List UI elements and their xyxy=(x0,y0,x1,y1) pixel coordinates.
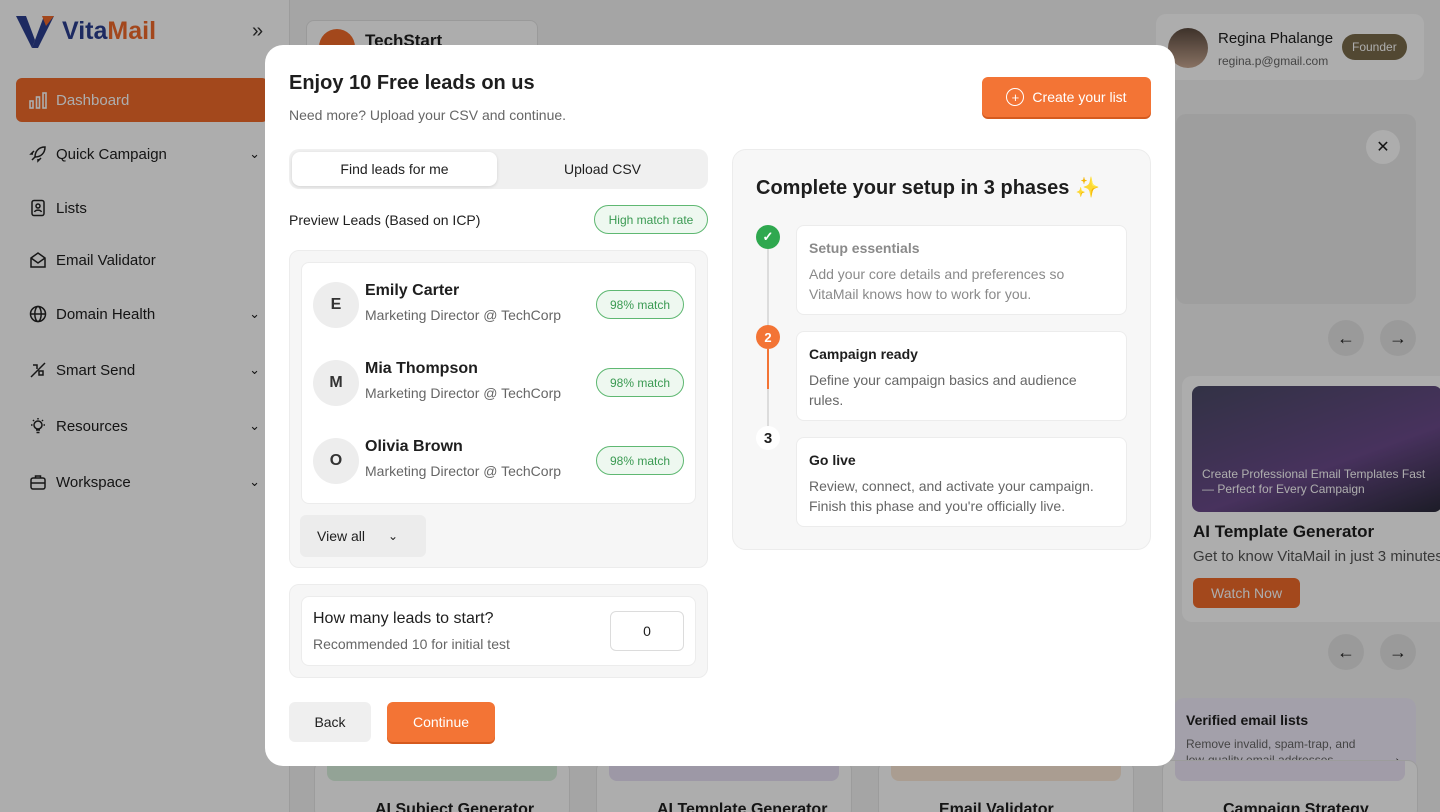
view-all-button[interactable]: View all ⌄ xyxy=(300,515,426,557)
chevron-down-icon: ⌄ xyxy=(387,529,398,543)
tab-upload-csv[interactable]: Upload CSV xyxy=(500,152,705,186)
check-icon: ✓ xyxy=(756,225,780,249)
avatar: E xyxy=(313,282,359,328)
setup-title: Complete your setup in 3 phases ✨ xyxy=(756,175,1100,200)
step-card-go-live: Go live Review, connect, and activate yo… xyxy=(796,437,1127,527)
tab-find-leads[interactable]: Find leads for me xyxy=(292,152,497,186)
high-match-badge: High match rate xyxy=(594,205,708,234)
modal-subtitle: Need more? Upload your CSV and continue. xyxy=(289,107,567,123)
lead-name: Olivia Brown xyxy=(365,438,463,455)
step-description: Add your core details and preferences so… xyxy=(809,266,1065,303)
lead-count-subtitle: Recommended 10 for initial test xyxy=(313,636,510,652)
lead-source-tabs: Find leads for me Upload CSV xyxy=(289,149,708,189)
match-badge: 98% match xyxy=(596,290,684,319)
step-number: 3 xyxy=(756,426,780,450)
setup-title-text: Complete your setup in 3 phases xyxy=(756,177,1070,199)
create-list-label: Create your list xyxy=(1032,89,1127,105)
step-card-campaign-ready: Campaign ready Define your campaign basi… xyxy=(796,331,1127,421)
avatar: M xyxy=(313,360,359,406)
avatar: O xyxy=(313,438,359,484)
step-connector xyxy=(767,389,769,429)
step-description: Define your campaign basics and audience… xyxy=(809,372,1077,409)
step-title: Campaign ready xyxy=(809,346,918,362)
step-connector xyxy=(767,249,769,332)
step-title: Go live xyxy=(809,452,856,468)
free-leads-modal: Enjoy 10 Free leads on us Need more? Upl… xyxy=(265,45,1175,766)
step-card-setup-essentials: Setup essentials Add your core details a… xyxy=(796,225,1127,315)
back-button[interactable]: Back xyxy=(289,702,371,742)
modal-title: Enjoy 10 Free leads on us xyxy=(289,72,535,94)
preview-leads-label: Preview Leads (Based on ICP) xyxy=(289,212,481,228)
lead-role: Marketing Director @ TechCorp xyxy=(365,463,562,479)
list-item: O Olivia Brown Marketing Director @ Tech… xyxy=(313,438,685,484)
list-item: E Emily Carter Marketing Director @ Tech… xyxy=(313,282,685,328)
lead-role: Marketing Director @ TechCorp xyxy=(365,385,562,401)
lead-count-title: How many leads to start? xyxy=(313,610,494,627)
step-connector xyxy=(767,349,769,389)
match-badge: 98% match xyxy=(596,446,684,475)
plus-circle-icon: + xyxy=(1006,88,1025,106)
lead-count-input[interactable] xyxy=(610,611,684,651)
step-description: Review, connect, and activate your campa… xyxy=(809,478,1094,515)
create-list-button[interactable]: + Create your list xyxy=(982,77,1151,117)
step-title: Setup essentials xyxy=(809,240,920,256)
match-badge: 98% match xyxy=(596,368,684,397)
sparkles-icon: ✨ xyxy=(1074,177,1100,199)
lead-role: Marketing Director @ TechCorp xyxy=(365,307,562,323)
view-all-label: View all xyxy=(317,528,365,544)
list-item: M Mia Thompson Marketing Director @ Tech… xyxy=(313,360,685,406)
step-number: 2 xyxy=(756,325,780,349)
lead-name: Emily Carter xyxy=(365,282,460,299)
continue-button[interactable]: Continue xyxy=(387,702,495,742)
lead-name: Mia Thompson xyxy=(365,360,478,377)
